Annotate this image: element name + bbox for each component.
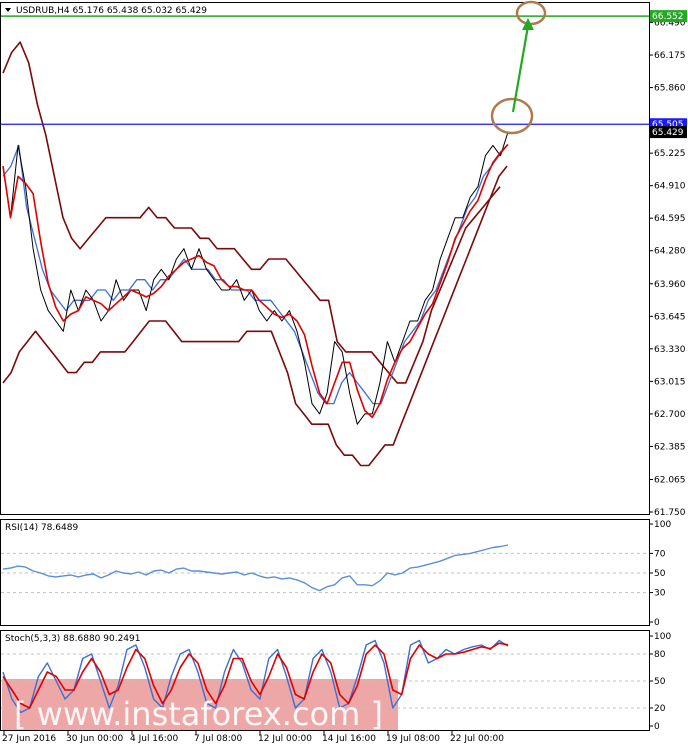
time-tick-label: 7 Jul 08:00 [194,734,243,744]
current-price-tag: 65.429 [652,128,684,138]
price-tick-label: 65.860 [654,84,686,94]
rsi-header: RSI(14) 78.6489 [5,523,78,533]
rsi-tick-label: 100 [654,520,671,530]
price-tick-label: 65.225 [654,149,686,159]
price-tick-label: 62.385 [654,442,686,452]
price-axis: 66.49066.17565.86065.22564.91064.59564.2… [649,10,687,518]
stoch-tick-label: 0 [654,722,660,732]
price-tick-label: 66.175 [654,51,686,61]
time-tick-label: 19 Jul 08:00 [386,734,440,744]
rsi-tick-label: 70 [654,549,666,559]
main-chart-header: USDRUB,H4 65.176 65.438 65.032 65.429 [16,6,207,16]
stoch-header: Stoch(5,3,3) 88.6880 90.2491 [5,634,140,644]
price-tick-label: 63.645 [654,312,686,322]
stoch-tick-label: 20 [654,704,666,714]
price-tick-label: 61.750 [654,508,686,518]
rsi-tick-label: 50 [654,569,666,579]
price-tick-label: 63.330 [654,345,686,355]
time-tick-label: 22 Jul 00:00 [450,734,504,744]
price-tick-label: 64.595 [654,214,686,224]
time-tick-label: 4 Jul 16:00 [130,734,179,744]
time-tick-label: 14 Jul 16:00 [322,734,376,744]
price-tick-label: 64.910 [654,182,686,192]
main-panel-frame [0,2,650,515]
rsi-tick-label: 0 [654,618,660,628]
time-tick-label: 12 Jul 00:00 [258,734,312,744]
watermark-text: [ www.instaforex.com ] [14,695,383,733]
price-tick-label: 62.700 [654,410,686,420]
target-price-tag: 66.552 [652,12,684,22]
time-tick-label: 27 Jun 2016 [2,734,56,744]
stoch-tick-label: 50 [654,677,666,687]
price-tick-label: 63.015 [654,377,686,387]
stoch-tick-label: 80 [654,650,666,660]
time-tick-label: 30 Jun 00:00 [66,734,123,744]
price-tick-label: 63.960 [654,280,686,290]
price-tick-label: 64.280 [654,247,686,257]
chart-canvas: 1007050300 1008050200 66.49066.17565.860… [0,0,687,744]
rsi-tick-label: 30 [654,589,666,599]
stoch-tick-label: 100 [654,632,671,642]
price-tick-label: 62.065 [654,475,686,485]
